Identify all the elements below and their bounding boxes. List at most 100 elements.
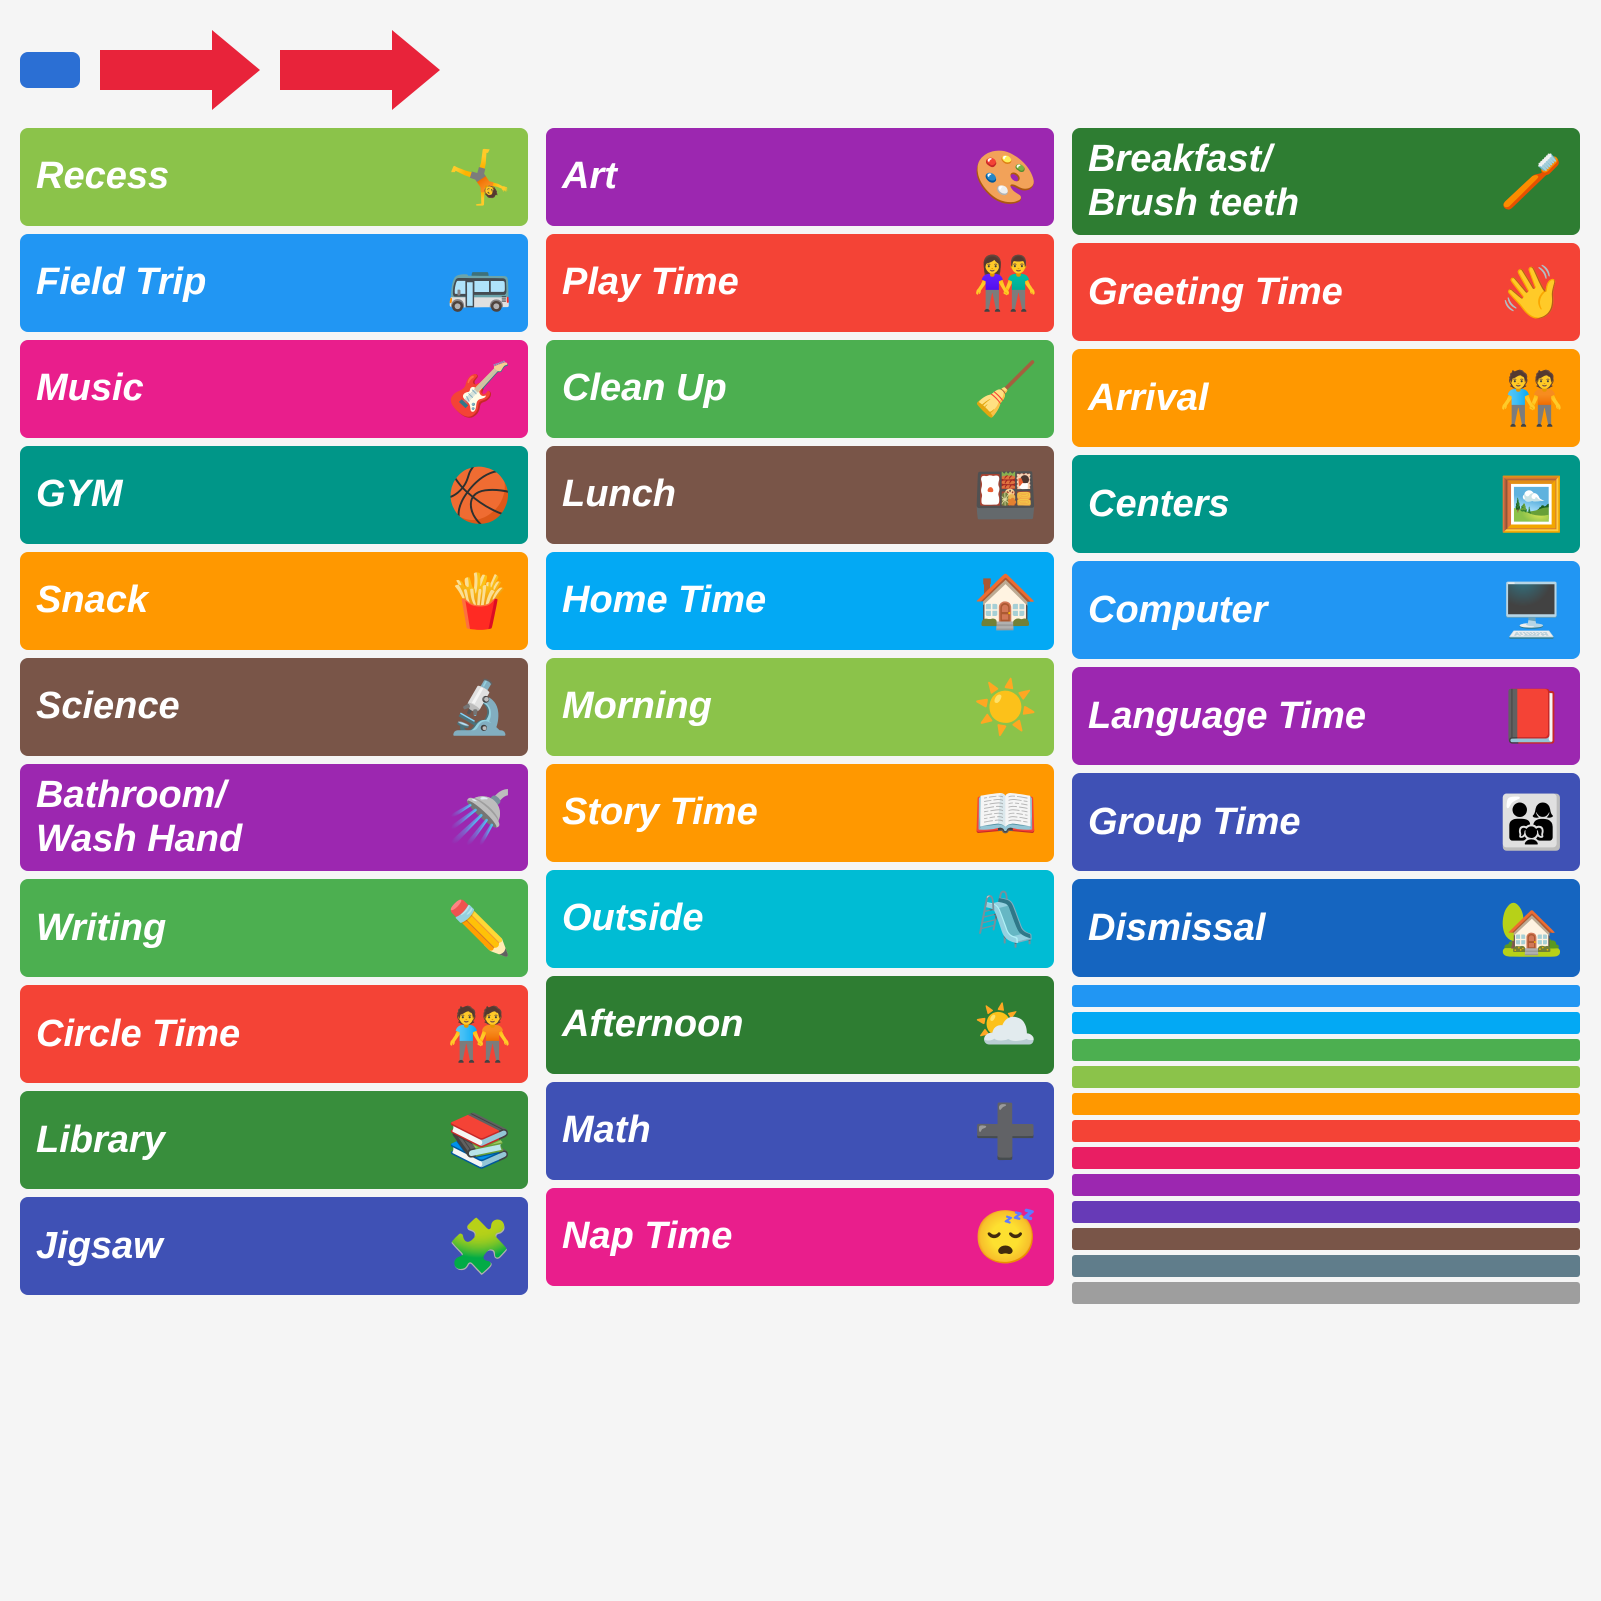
title-banner — [20, 52, 80, 88]
card-label: Play Time — [562, 261, 963, 305]
card-icon: ☀️ — [973, 677, 1038, 738]
card-col3-5: Language Time📕 — [1072, 667, 1580, 765]
card-icon: 🤸 — [447, 147, 512, 208]
card-icon: ⛅ — [973, 995, 1038, 1056]
card-icon: 🧑‍🤝‍🧑 — [447, 1004, 512, 1065]
card-col2-3: Lunch🍱 — [546, 446, 1054, 544]
columns-container: Recess🤸Field Trip🚌Music🎸GYM🏀Snack🍟Scienc… — [20, 128, 1580, 1304]
card-label: Outside — [562, 897, 963, 941]
card-icon: 🔬 — [447, 677, 512, 738]
card-label: Greeting Time — [1088, 271, 1489, 315]
card-col3-0: Breakfast/ Brush teeth🪥 — [1072, 128, 1580, 235]
card-label: Language Time — [1088, 695, 1489, 739]
card-col3-2: Arrival🧑‍🤝‍🧑 — [1072, 349, 1580, 447]
card-icon: 🖼️ — [1499, 474, 1564, 535]
card-col3-7: Dismissal🏡 — [1072, 879, 1580, 977]
card-col1-7: Writing✏️ — [20, 879, 528, 977]
blank-strip-3 — [1072, 1066, 1580, 1088]
card-icon: 📖 — [973, 783, 1038, 844]
card-icon: 👋 — [1499, 262, 1564, 323]
card-col3-1: Greeting Time👋 — [1072, 243, 1580, 341]
blank-strip-1 — [1072, 1012, 1580, 1034]
card-label: Group Time — [1088, 801, 1489, 845]
card-col1-0: Recess🤸 — [20, 128, 528, 226]
card-icon: 🧹 — [973, 359, 1038, 420]
card-col2-1: Play Time👫 — [546, 234, 1054, 332]
column-1: Recess🤸Field Trip🚌Music🎸GYM🏀Snack🍟Scienc… — [20, 128, 528, 1295]
card-label: Snack — [36, 579, 437, 623]
card-col1-6: Bathroom/ Wash Hand🚿 — [20, 764, 528, 871]
card-col1-5: Science🔬 — [20, 658, 528, 756]
card-label: Clean Up — [562, 367, 963, 411]
column-2: Art🎨Play Time👫Clean Up🧹Lunch🍱Home Time🏠M… — [546, 128, 1054, 1286]
header-row — [20, 30, 1580, 110]
card-icon: 🪥 — [1499, 151, 1564, 212]
card-icon: 🚌 — [447, 253, 512, 314]
card-icon: ➕ — [973, 1101, 1038, 1162]
card-col1-4: Snack🍟 — [20, 552, 528, 650]
card-icon: 🏠 — [973, 571, 1038, 632]
card-icon: 😴 — [973, 1207, 1038, 1268]
card-col2-4: Home Time🏠 — [546, 552, 1054, 650]
card-col2-6: Story Time📖 — [546, 764, 1054, 862]
card-icon: 🏀 — [447, 465, 512, 526]
blank-strip-0 — [1072, 985, 1580, 1007]
card-col1-8: Circle Time🧑‍🤝‍🧑 — [20, 985, 528, 1083]
card-label: Science — [36, 685, 437, 729]
blank-strip-9 — [1072, 1228, 1580, 1250]
card-icon: 🏡 — [1499, 898, 1564, 959]
card-label: Library — [36, 1119, 437, 1163]
card-label: Breakfast/ Brush teeth — [1088, 138, 1489, 225]
card-label: Field Trip — [36, 261, 437, 305]
card-col1-1: Field Trip🚌 — [20, 234, 528, 332]
card-label: Math — [562, 1109, 963, 1153]
card-label: Centers — [1088, 483, 1489, 527]
blank-strip-10 — [1072, 1255, 1580, 1277]
card-icon: 👨‍👩‍👧 — [1499, 792, 1564, 853]
card-label: Recess — [36, 155, 437, 199]
card-col2-9: Math➕ — [546, 1082, 1054, 1180]
card-label: Home Time — [562, 579, 963, 623]
card-label: Art — [562, 155, 963, 199]
blank-strip-4 — [1072, 1093, 1580, 1115]
card-col2-10: Nap Time😴 — [546, 1188, 1054, 1286]
card-icon: 🎨 — [973, 147, 1038, 208]
card-col1-2: Music🎸 — [20, 340, 528, 438]
blank-strip-6 — [1072, 1147, 1580, 1169]
card-label: Nap Time — [562, 1215, 963, 1259]
card-label: Music — [36, 367, 437, 411]
card-icon: 🧩 — [447, 1216, 512, 1277]
card-label: Bathroom/ Wash Hand — [36, 774, 437, 861]
card-label: Arrival — [1088, 377, 1489, 421]
card-col3-6: Group Time👨‍👩‍👧 — [1072, 773, 1580, 871]
blank-strip-7 — [1072, 1174, 1580, 1196]
blank-strip-11 — [1072, 1282, 1580, 1304]
blank-strip-8 — [1072, 1201, 1580, 1223]
card-label: Afternoon — [562, 1003, 963, 1047]
card-col1-3: GYM🏀 — [20, 446, 528, 544]
card-icon: ✏️ — [447, 898, 512, 959]
card-label: Computer — [1088, 589, 1489, 633]
card-label: Dismissal — [1088, 907, 1489, 951]
card-col2-5: Morning☀️ — [546, 658, 1054, 756]
card-icon: 🖥️ — [1499, 580, 1564, 641]
card-col2-0: Art🎨 — [546, 128, 1054, 226]
card-label: Circle Time — [36, 1013, 437, 1057]
card-icon: 🎸 — [447, 359, 512, 420]
card-icon: 🛝 — [973, 889, 1038, 950]
card-icon: 🧑‍🤝‍🧑 — [1499, 368, 1564, 429]
card-col2-8: Afternoon⛅ — [546, 976, 1054, 1074]
card-col3-4: Computer🖥️ — [1072, 561, 1580, 659]
card-label: GYM — [36, 473, 437, 517]
card-col1-9: Library📚 — [20, 1091, 528, 1189]
card-icon: 👫 — [973, 253, 1038, 314]
arrow-icon-1 — [100, 30, 260, 110]
blank-strip-5 — [1072, 1120, 1580, 1142]
card-col1-10: Jigsaw🧩 — [20, 1197, 528, 1295]
card-label: Story Time — [562, 791, 963, 835]
card-icon: 📕 — [1499, 686, 1564, 747]
card-col2-2: Clean Up🧹 — [546, 340, 1054, 438]
blank-strips — [1072, 985, 1580, 1304]
blank-strip-2 — [1072, 1039, 1580, 1061]
column-3: Breakfast/ Brush teeth🪥Greeting Time👋Arr… — [1072, 128, 1580, 1304]
